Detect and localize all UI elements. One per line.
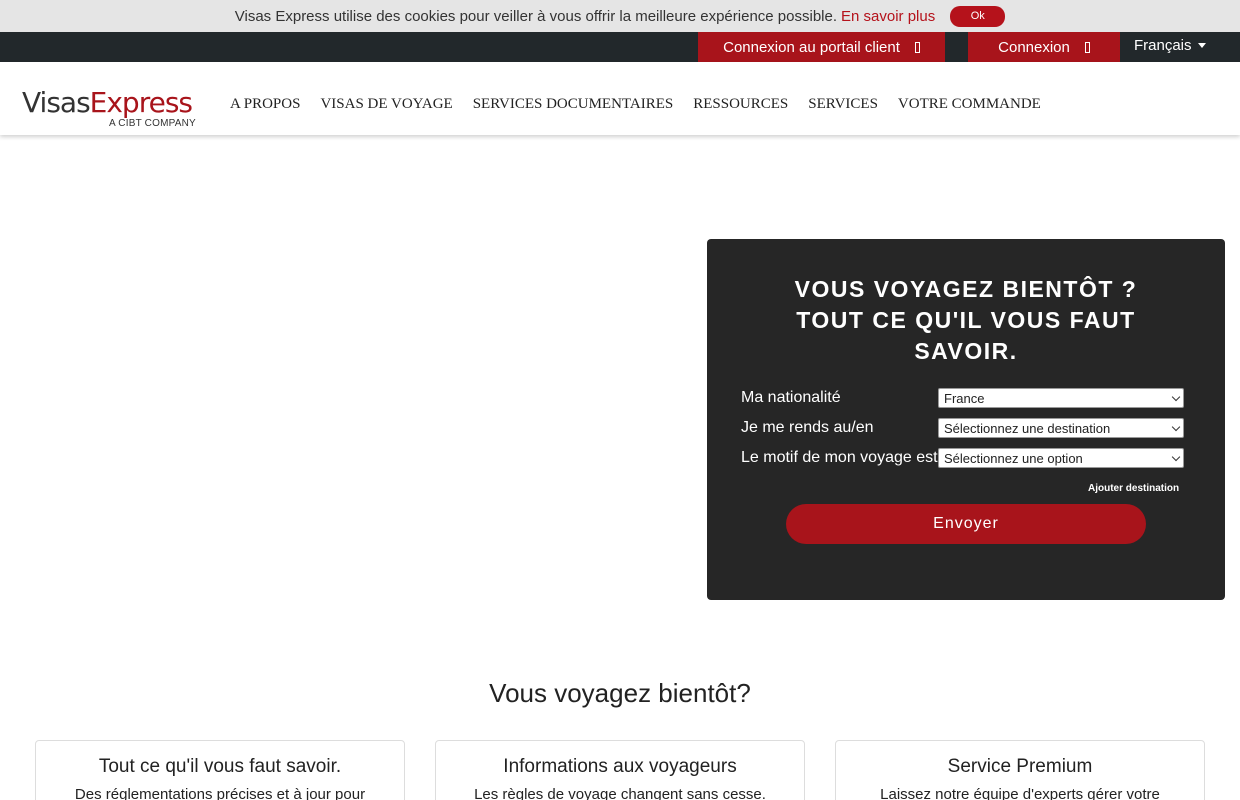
purpose-select[interactable]: Sélectionnez une option [938, 448, 1184, 468]
language-label: Français [1134, 36, 1192, 54]
cookie-message: Visas Express utilise des cookies pour v… [234, 7, 837, 25]
card-title: Service Premium [947, 756, 1093, 777]
language-selector[interactable]: Français [1134, 32, 1206, 58]
nav-item-services-documentaires[interactable]: SERVICES DOCUMENTAIRES [473, 96, 674, 113]
mobile-icon [1084, 41, 1090, 53]
travel-search-panel: VOUS VOYAGEZ BIENTÔT ? TOUT CE QU'IL VOU… [707, 239, 1225, 600]
info-card[interactable]: Informations aux voyageurs Les règles de… [435, 740, 805, 800]
nav-item-votre-commande[interactable]: VOTRE COMMANDE [898, 96, 1041, 113]
logo-wordmark: VisasExpress [22, 88, 202, 118]
client-portal-login-button[interactable]: Connexion au portail client [698, 32, 945, 62]
card-text: Les règles de voyage changent sans cesse… [474, 786, 766, 800]
nav-item-services[interactable]: SERVICES [808, 96, 878, 113]
chevron-down-icon [1171, 422, 1181, 432]
login-button[interactable]: Connexion [968, 32, 1120, 62]
login-label: Connexion [998, 38, 1070, 56]
nav-item-a-propos[interactable]: A PROPOS [230, 96, 300, 113]
chevron-down-icon [1171, 452, 1181, 462]
submit-button[interactable]: Envoyer [786, 504, 1146, 544]
info-card[interactable]: Service Premium Laissez notre équipe d'e… [835, 740, 1205, 800]
logo-tagline: A CIBT COMPANY [109, 118, 196, 129]
section-title: Vous voyagez bientôt? [489, 678, 751, 708]
logo-visas: Visas [22, 86, 91, 119]
purpose-row: Le motif de mon voyage est Sélectionnez … [741, 447, 1191, 469]
cookie-ok-button[interactable]: Ok [950, 5, 1006, 27]
nationality-select[interactable]: France [938, 388, 1184, 408]
cookie-banner: Visas Express utilise des cookies pour v… [0, 0, 1240, 32]
nav-item-visas-de-voyage[interactable]: VISAS DE VOYAGE [320, 96, 452, 113]
top-bar: Connexion au portail client Connexion Fr… [0, 32, 1240, 62]
mobile-icon [914, 41, 920, 53]
purpose-select-value: Sélectionnez une option [944, 450, 1083, 466]
chevron-down-icon [1171, 392, 1181, 402]
card-text: Des réglementations précises et à jour p… [74, 786, 366, 800]
nationality-label: Ma nationalité [741, 389, 841, 406]
destination-row: Je me rends au/en Sélectionnez une desti… [741, 417, 1191, 439]
caret-down-icon [1197, 42, 1206, 48]
add-destination-link[interactable]: Ajouter destination [1088, 483, 1179, 494]
destination-label: Je me rends au/en [741, 419, 874, 436]
panel-title-line-2: TOUT CE QU'IL VOUS FAUT [796, 307, 1136, 333]
panel-title: VOUS VOYAGEZ BIENTÔT ? TOUT CE QU'IL VOU… [707, 274, 1225, 367]
card-title: Informations aux voyageurs [503, 756, 737, 777]
main-nav: A PROPOS VISAS DE VOYAGE SERVICES DOCUME… [230, 96, 1061, 113]
destination-select-value: Sélectionnez une destination [944, 420, 1111, 436]
destination-select[interactable]: Sélectionnez une destination [938, 418, 1184, 438]
card-text: Laissez notre équipe d'experts gérer vot… [880, 786, 1160, 800]
purpose-label: Le motif de mon voyage est [741, 449, 938, 466]
nationality-row: Ma nationalité France [741, 387, 1191, 409]
nav-item-ressources[interactable]: RESSOURCES [693, 96, 788, 113]
panel-title-line-1: VOUS VOYAGEZ BIENTÔT ? [794, 276, 1138, 302]
logo-express: Express [89, 86, 193, 119]
panel-title-line-3: SAVOIR. [914, 338, 1018, 364]
main-header: VisasExpress A CIBT COMPANY A PROPOS VIS… [0, 62, 1240, 135]
client-portal-login-label: Connexion au portail client [723, 38, 900, 56]
info-card[interactable]: Tout ce qu'il vous faut savoir. Des régl… [35, 740, 405, 800]
card-title: Tout ce qu'il vous faut savoir. [98, 756, 342, 777]
nationality-select-value: France [944, 390, 985, 406]
visas-express-logo[interactable]: VisasExpress A CIBT COMPANY [22, 88, 202, 136]
cookie-learn-more-link[interactable]: En savoir plus [841, 8, 935, 25]
